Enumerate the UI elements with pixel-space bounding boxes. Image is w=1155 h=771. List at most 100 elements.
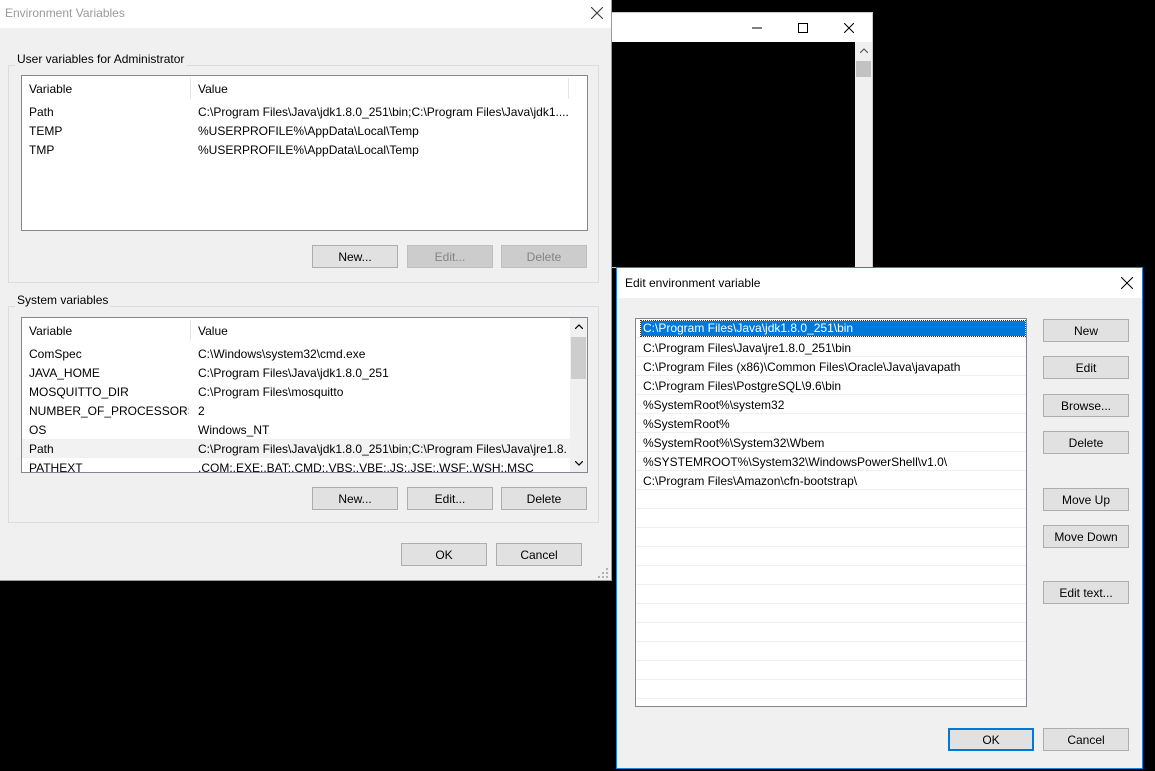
list-header: Variable Value (22, 318, 587, 343)
variable-value: %USERPROFILE%\AppData\Local\Temp (198, 143, 419, 157)
cancel-button[interactable]: Cancel (1043, 728, 1129, 751)
list-item[interactable]: C:\Program Files\PostgreSQL\9.6\bin (636, 376, 1026, 395)
variable-value: .COM;.EXE;.BAT;.CMD;.VBS;.VBE;.JS;.JSE;.… (198, 461, 534, 473)
table-row[interactable]: PATHEXT .COM;.EXE;.BAT;.CMD;.VBS;.VBE;.J… (22, 458, 570, 473)
variable-name: Path (29, 442, 54, 456)
scrollbar-thumb[interactable] (856, 61, 871, 77)
variable-name: NUMBER_OF_PROCESSORS (29, 404, 189, 418)
edit-button[interactable]: Edit (1043, 356, 1129, 379)
system-edit-button[interactable]: Edit... (407, 487, 493, 510)
empty-list-row[interactable] (636, 585, 1026, 604)
close-icon[interactable] (1116, 272, 1138, 294)
user-new-button[interactable]: New... (312, 245, 398, 268)
list-item[interactable]: %SYSTEMROOT%\System32\WindowsPowerShell\… (636, 452, 1026, 471)
user-variables-list[interactable]: Variable Value Path C:\Program Files\Jav… (21, 75, 588, 231)
empty-list-row[interactable] (636, 547, 1026, 566)
move-down-button[interactable]: Move Down (1043, 525, 1129, 548)
column-header-value[interactable]: Value (198, 324, 228, 338)
path-entry: %SYSTEMROOT%\System32\WindowsPowerShell\… (643, 455, 948, 469)
empty-list-row[interactable] (636, 604, 1026, 623)
resize-grip-icon[interactable] (598, 568, 609, 582)
dialog-title: Edit environment variable (625, 276, 761, 290)
close-icon[interactable] (586, 2, 608, 24)
variable-value: Windows_NT (198, 423, 270, 437)
table-row[interactable]: TMP %USERPROFILE%\AppData\Local\Temp (22, 140, 587, 159)
column-header-variable[interactable]: Variable (29, 324, 72, 338)
variable-value: C:\Program Files\Java\jdk1.8.0_251\bin;C… (198, 442, 566, 456)
close-icon[interactable] (826, 13, 872, 42)
empty-list-row[interactable] (636, 509, 1026, 528)
variable-name: OS (29, 423, 47, 437)
list-item[interactable]: %SystemRoot%\System32\Wbem (636, 433, 1026, 452)
table-row[interactable]: Path C:\Program Files\Java\jdk1.8.0_251\… (22, 439, 570, 458)
table-row[interactable]: ComSpec C:\Windows\system32\cmd.exe (22, 344, 570, 363)
system-list-scrollbar[interactable] (570, 318, 587, 472)
table-row[interactable]: TEMP %USERPROFILE%\AppData\Local\Temp (22, 121, 587, 140)
minimize-icon[interactable] (734, 13, 780, 42)
empty-list-row[interactable] (636, 623, 1026, 642)
column-header-variable[interactable]: Variable (29, 82, 72, 96)
path-entry: %SystemRoot%\system32 (643, 398, 785, 412)
list-item[interactable]: C:\Program Files\Java\jdk1.8.0_251\bin (636, 319, 1026, 338)
list-item[interactable]: C:\Program Files\Amazon\cfn-bootstrap\ (636, 471, 1026, 490)
system-variables-list[interactable]: Variable Value ComSpec C:\Windows\system… (21, 317, 588, 473)
user-variables-label: User variables for Administrator (15, 52, 187, 66)
empty-list-row[interactable] (636, 642, 1026, 661)
column-divider[interactable] (190, 320, 191, 341)
variable-name: TEMP (29, 124, 63, 138)
list-item[interactable]: %SystemRoot% (636, 414, 1026, 433)
table-row[interactable]: OS Windows_NT (22, 420, 570, 439)
variable-name: MOSQUITTO_DIR (29, 385, 129, 399)
variable-name: JAVA_HOME (29, 366, 100, 380)
system-delete-button[interactable]: Delete (501, 487, 587, 510)
console-scrollbar[interactable] (855, 42, 872, 269)
path-entries-list[interactable]: C:\Program Files\Java\jdk1.8.0_251\bin C… (635, 318, 1027, 707)
cancel-button[interactable]: Cancel (496, 543, 582, 566)
column-header-value[interactable]: Value (198, 82, 228, 96)
console-window (612, 12, 873, 269)
path-entry: C:\Program Files (x86)\Common Files\Orac… (643, 360, 961, 374)
user-delete-button[interactable]: Delete (501, 245, 587, 268)
column-divider[interactable] (568, 78, 569, 99)
empty-list-row[interactable] (636, 680, 1026, 699)
list-item[interactable]: C:\Program Files (x86)\Common Files\Orac… (636, 357, 1026, 376)
table-row[interactable]: NUMBER_OF_PROCESSORS 2 (22, 401, 570, 420)
empty-list-row[interactable] (636, 566, 1026, 585)
table-row[interactable]: Path C:\Program Files\Java\jdk1.8.0_251\… (22, 102, 587, 121)
path-entry: C:\Program Files\PostgreSQL\9.6\bin (643, 379, 842, 393)
chevron-up-icon[interactable] (570, 318, 587, 335)
maximize-icon[interactable] (780, 13, 826, 42)
list-header: Variable Value (22, 76, 587, 101)
scrollbar-thumb[interactable] (571, 337, 586, 379)
variable-name: TMP (29, 143, 55, 157)
list-item[interactable]: C:\Program Files\Java\jre1.8.0_251\bin (636, 338, 1026, 357)
edit-text-button[interactable]: Edit text... (1043, 581, 1129, 604)
empty-list-row[interactable] (636, 528, 1026, 547)
chevron-up-icon[interactable] (855, 42, 872, 59)
edit-environment-variable-dialog: Edit environment variable C:\Program Fil… (616, 267, 1143, 769)
delete-button[interactable]: Delete (1043, 431, 1129, 454)
variable-value: C:\Program Files\Java\jdk1.8.0_251 (198, 366, 389, 380)
move-up-button[interactable]: Move Up (1043, 488, 1129, 511)
column-divider[interactable] (190, 78, 191, 99)
table-row[interactable]: MOSQUITTO_DIR C:\Program Files\mosquitto (22, 382, 570, 401)
empty-list-row[interactable] (636, 661, 1026, 680)
system-new-button[interactable]: New... (312, 487, 398, 510)
path-entry: %SystemRoot% (643, 417, 730, 431)
ok-button[interactable]: OK (948, 728, 1034, 751)
env-titlebar: Environment Variables (0, 0, 611, 28)
user-edit-button[interactable]: Edit... (407, 245, 493, 268)
variable-value: C:\Windows\system32\cmd.exe (198, 347, 366, 361)
new-button[interactable]: New (1043, 319, 1129, 342)
empty-list-row[interactable] (636, 490, 1026, 509)
list-item[interactable]: %SystemRoot%\system32 (636, 395, 1026, 414)
variable-value: 2 (198, 404, 205, 418)
chevron-down-icon[interactable] (570, 455, 587, 472)
variable-value: %USERPROFILE%\AppData\Local\Temp (198, 124, 419, 138)
ok-button[interactable]: OK (401, 543, 487, 566)
table-row[interactable]: JAVA_HOME C:\Program Files\Java\jdk1.8.0… (22, 363, 570, 382)
browse-button[interactable]: Browse... (1043, 394, 1129, 417)
variable-value: C:\Program Files\mosquitto (198, 385, 344, 399)
variable-name: Path (29, 105, 54, 119)
path-entry: %SystemRoot%\System32\Wbem (643, 436, 825, 450)
